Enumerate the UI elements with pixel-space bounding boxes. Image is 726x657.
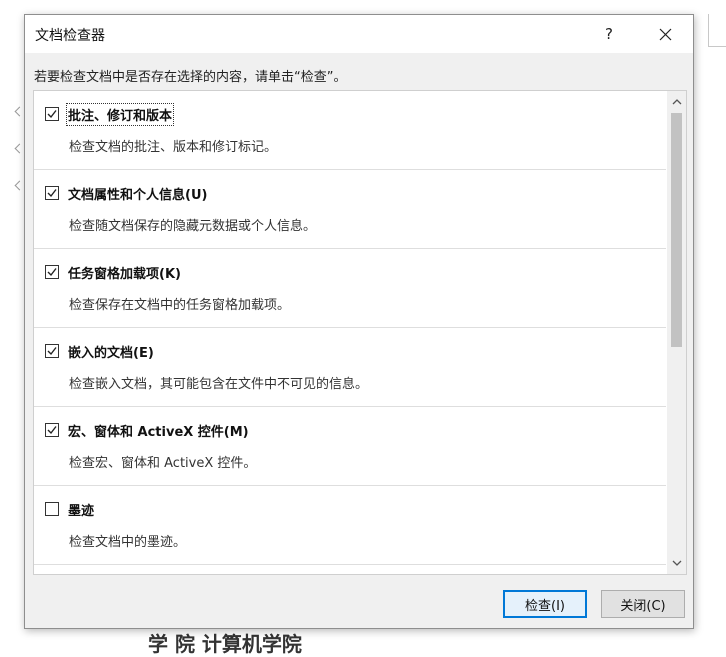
checkmark-icon	[47, 189, 57, 198]
checkmark-icon	[47, 347, 57, 356]
close-window-button[interactable]	[643, 15, 687, 53]
background-doc-text: 学 院 计算机学院	[148, 632, 302, 656]
item-title: 文档属性和个人信息(U)	[68, 188, 208, 203]
checkbox-macros-forms-activex[interactable]	[45, 423, 59, 437]
scrollbar-thumb[interactable]	[671, 113, 682, 347]
list-item: 墨迹 检查文档中的墨迹。	[34, 486, 666, 565]
list-item: 批注、修订和版本 检查文档的批注、版本和修订标记。	[34, 91, 666, 170]
document-inspector-dialog: 文档检查器 ? 若要检查文档中是否存在选择的内容，请单击“检查”。 批注、修订和…	[24, 14, 694, 629]
checkmark-icon	[47, 426, 57, 435]
list-item: 嵌入的文档(E) 检查嵌入文档，其可能包含在文件中不可见的信息。	[34, 328, 666, 407]
scroll-up-button[interactable]	[667, 93, 686, 111]
item-title: 宏、窗体和 ActiveX 控件(M)	[68, 425, 249, 440]
item-title: 墨迹	[68, 504, 95, 519]
item-title: 嵌入的文档(E)	[68, 346, 154, 361]
page-corner-mark	[708, 46, 726, 47]
checkmark-icon	[47, 268, 57, 277]
scroll-down-button[interactable]	[667, 554, 686, 572]
close-button[interactable]: 关闭(C)	[601, 590, 685, 618]
instruction-text: 若要检查文档中是否存在选择的内容，请单击“检查”。	[34, 70, 347, 85]
page-corner-mark	[708, 14, 709, 46]
item-title: 任务窗格加载项(K)	[68, 267, 181, 282]
list-item: 任务窗格加载项(K) 检查保存在文档中的任务窗格加载项。	[34, 249, 666, 328]
checkmark-icon	[47, 110, 57, 119]
checkbox-document-properties[interactable]	[45, 186, 59, 200]
paragraph-mark	[14, 143, 25, 154]
checkbox-ink[interactable]	[45, 502, 59, 516]
list-item: 宏、窗体和 ActiveX 控件(M) 检查宏、窗体和 ActiveX 控件。	[34, 407, 666, 486]
inspection-items: 批注、修订和版本 检查文档的批注、版本和修订标记。 文档属性和个人信息(U) 检…	[34, 91, 666, 565]
close-icon	[659, 28, 671, 40]
item-description: 检查保存在文档中的任务窗格加载项。	[69, 298, 291, 313]
checkbox-embedded-documents[interactable]	[45, 344, 59, 358]
checkbox-comments[interactable]	[45, 107, 59, 121]
item-description: 检查文档的批注、版本和修订标记。	[69, 140, 278, 155]
chevron-down-icon	[672, 560, 681, 566]
paragraph-mark	[14, 180, 25, 191]
chevron-up-icon	[672, 99, 681, 105]
item-description: 检查随文档保存的隐藏元数据或个人信息。	[69, 219, 317, 234]
title-bar: 文档检查器 ?	[25, 15, 693, 53]
help-button[interactable]: ?	[587, 15, 631, 53]
help-icon: ?	[605, 25, 613, 43]
paragraph-mark	[14, 106, 25, 117]
list-item: 文档属性和个人信息(U) 检查随文档保存的隐藏元数据或个人信息。	[34, 170, 666, 249]
item-description: 检查文档中的墨迹。	[69, 535, 187, 550]
inspection-list: 批注、修订和版本 检查文档的批注、版本和修订标记。 文档属性和个人信息(U) 检…	[33, 90, 687, 575]
item-description: 检查宏、窗体和 ActiveX 控件。	[69, 456, 257, 471]
item-description: 检查嵌入文档，其可能包含在文件中不可见的信息。	[69, 377, 369, 392]
vertical-scrollbar[interactable]	[667, 91, 686, 574]
item-title: 批注、修订和版本	[65, 103, 175, 126]
inspect-button[interactable]: 检查(I)	[503, 590, 587, 618]
dialog-title: 文档检查器	[35, 28, 105, 44]
checkbox-task-pane-addins[interactable]	[45, 265, 59, 279]
